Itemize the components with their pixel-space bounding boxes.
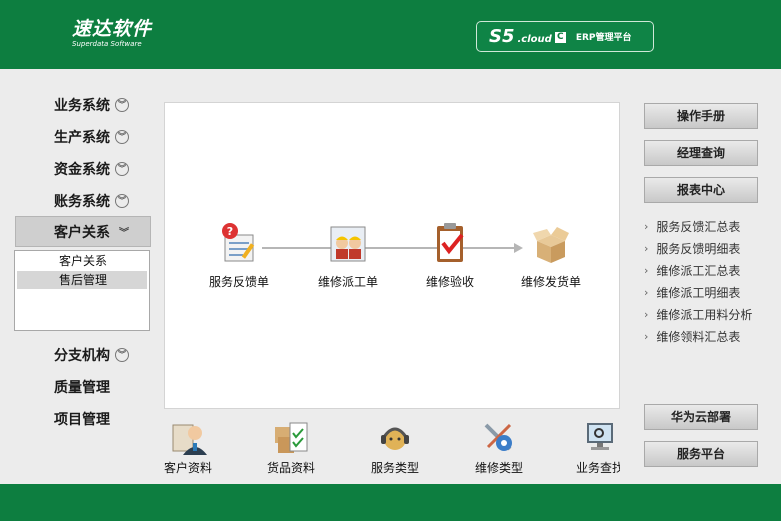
sidebar-item-label: 质量管理 [54,380,110,396]
report-link-dispatch-detail[interactable]: › 维修派工明细表 [644,281,774,303]
sidebar-item-funds[interactable]: 资金系统 ︾ [54,159,129,179]
brand-s5: S5 [489,26,515,47]
submenu-item-after-sales[interactable]: 售后管理 [17,271,147,289]
double-chevron-down-icon: ︾ [115,348,129,362]
search-monitor-icon [587,423,613,450]
tray-item-goods[interactable]: 货品资料 [251,419,331,476]
double-chevron-down-icon: ︾ [115,162,129,176]
flow-step-feedback[interactable]: ? 服务反馈单 [189,221,289,290]
report-link-feedback-detail[interactable]: › 服务反馈明细表 [644,237,774,259]
report-link-dispatch-materials[interactable]: › 维修派工用料分析 [644,303,774,325]
feedback-form-icon: ? [222,223,255,262]
sidebar-item-label: 生产系统 [54,130,110,146]
report-link-picking-summary[interactable]: › 维修领料汇总表 [644,325,774,347]
tray-item-business-search[interactable]: 业务查找 [560,419,620,476]
customer-profile-icon [172,424,207,455]
sidebar-item-accounting[interactable]: 账务系统 ︾ [54,191,129,211]
manager-query-button[interactable]: 经理查询 [644,140,758,166]
tray-item-label: 维修类型 [474,461,523,475]
sidebar-item-production[interactable]: 生产系统 ︾ [54,127,129,147]
workers-dispatch-icon [330,226,366,262]
report-link-label: 服务反馈汇总表 [656,219,741,234]
report-link-dispatch-summary[interactable]: › 维修派工汇总表 [644,259,774,281]
repair-tools-icon [484,423,512,451]
chevron-right-icon: › [644,285,649,299]
tray-item-label: 业务查找 [575,461,620,475]
report-link-label: 维修派工汇总表 [656,263,741,278]
sidebar-item-branches[interactable]: 分支机构 ︾ [54,345,129,365]
chevron-right-icon: › [644,307,649,321]
sidebar-item-label: 业务系统 [54,98,110,114]
tray-item-service-type[interactable]: 服务类型 [355,419,435,476]
report-link-label: 维修领料汇总表 [656,329,741,344]
app-header: 速达软件 Superdata Software S5 .cloud C ERP管… [0,0,781,69]
submenu-item-crm[interactable]: 客户关系 [17,252,147,270]
tray-item-label: 服务类型 [370,461,419,475]
double-chevron-down-icon: ︾ [115,130,129,144]
sidebar-nav: 业务系统 ︾ 生产系统 ︾ 资金系统 ︾ 账务系统 ︾ 客户关系 ︾ 客户关系 … [0,69,160,484]
report-center-button[interactable]: 报表中心 [644,177,758,203]
headset-support-icon [381,427,409,450]
report-link-label: 服务反馈明细表 [656,241,741,256]
flow-step-shipment[interactable]: 维修发货单 [501,221,601,290]
chevron-right-icon: › [644,241,649,255]
tray-item-label: 货品资料 [266,461,315,475]
report-link-feedback-summary[interactable]: › 服务反馈汇总表 [644,215,774,237]
sidebar-item-label: 客户关系 [54,224,110,241]
svg-text:?: ? [227,225,233,238]
report-link-label: 维修派工明细表 [656,285,741,300]
tray-item-label: 客户资料 [163,461,212,475]
brand-erp-label: ERP管理平台 [575,33,632,43]
goods-checklist-icon [275,422,308,453]
clipboard-check-icon [437,223,464,262]
sidebar-item-label: 项目管理 [54,412,110,428]
erp-platform-badge: S5 .cloud C ERP管理平台 [476,21,654,52]
chevron-right-icon: › [644,263,649,277]
brand-cloud: .cloud [517,34,552,45]
chevron-right-icon: › [644,219,649,233]
app-footer [0,484,781,521]
chevron-right-icon: › [644,329,649,343]
sidebar-item-label: 分支机构 [54,348,110,364]
flow-step-label: 服务反馈单 [208,275,269,289]
sidebar-item-quality[interactable]: 质量管理 [54,377,110,397]
sidebar-item-business[interactable]: 业务系统 ︾ [54,95,129,115]
sidebar-item-label: 账务系统 [54,194,110,210]
huawei-cloud-button[interactable]: 华为云部署 [644,404,758,430]
double-chevron-down-icon: ︾ [119,228,129,239]
report-list: › 服务反馈汇总表 › 服务反馈明细表 › 维修派工汇总表 › 维修派工明细表 › 维修派… [644,215,774,347]
quick-access-tray: 客户资料 货品资料 服务类型 维修类型 业务查找 [160,415,620,477]
flow-step-acceptance[interactable]: 维修验收 [400,221,500,290]
flow-step-dispatch[interactable]: 维修派工单 [298,221,398,290]
tray-item-customer[interactable]: 客户资料 [160,419,228,476]
sidebar-item-crm[interactable]: 客户关系 ︾ [15,216,151,247]
brand-c-icon: C [554,32,566,43]
double-chevron-down-icon: ︾ [115,194,129,208]
report-link-label: 维修派工用料分析 [656,307,753,322]
sidebar-item-label: 资金系统 [54,162,110,178]
logo-english-text: Superdata Software [72,40,142,48]
crm-submenu: 客户关系 售后管理 [14,250,150,331]
flow-step-label: 维修派工单 [317,275,378,289]
superdata-logo: 速达软件 Superdata Software [72,18,152,48]
tray-item-repair-type[interactable]: 维修类型 [459,419,539,476]
open-box-icon [533,227,569,263]
service-platform-button[interactable]: 服务平台 [644,441,758,467]
sidebar-item-projects[interactable]: 项目管理 [54,409,110,429]
logo-chinese-text: 速达软件 [72,18,153,40]
flow-step-label: 维修发货单 [520,275,581,289]
manual-button[interactable]: 操作手册 [644,103,758,129]
double-chevron-down-icon: ︾ [115,98,129,112]
flow-step-label: 维修验收 [425,275,474,289]
